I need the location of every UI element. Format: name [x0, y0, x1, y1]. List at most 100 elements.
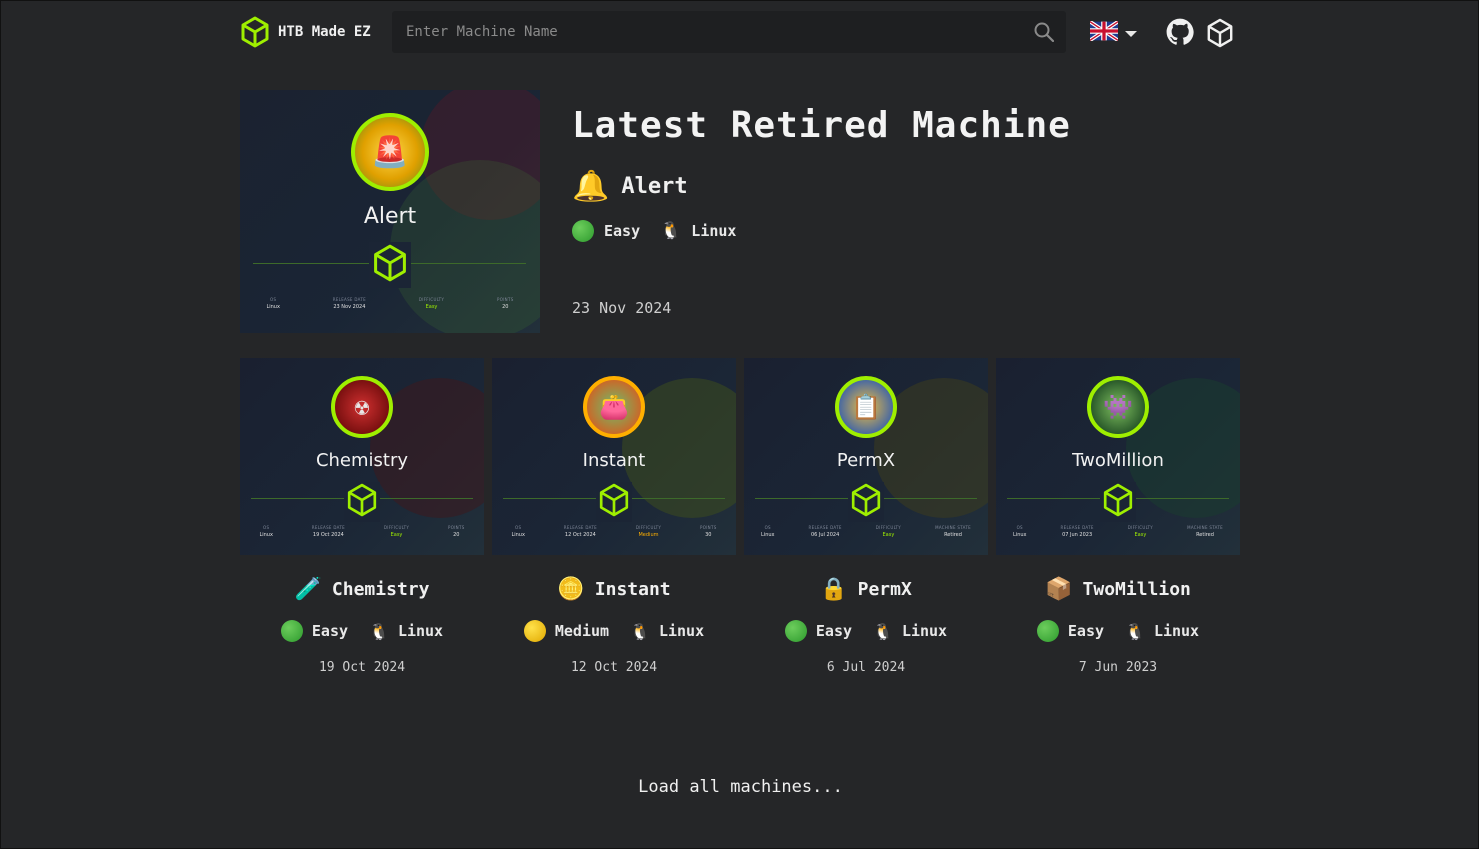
uk-flag-icon [1088, 20, 1120, 45]
stat-difficulty: DIFFICULTY Medium [635, 525, 662, 538]
stat-difficulty: DIFFICULTY Easy [875, 525, 902, 538]
radiation-icon: ☢ [354, 393, 370, 421]
latest-machine-card[interactable]: 🚨 Alert OS Linux RELEASE DATE 23 Nov 2024 … [240, 90, 540, 333]
difficulty-label: Easy [1067, 622, 1105, 640]
brand-name: HTB Made EZ [278, 24, 371, 40]
machine-name-link[interactable]: 🔒 PermX [744, 571, 988, 607]
os-label: Linux [658, 622, 705, 640]
card-stats: OS Linux RELEASE DATE 06 Jul 2024 DIFFICULTY… [744, 525, 988, 538]
card-machine-name: Alert [363, 204, 417, 229]
stat-os: OS Linux [259, 525, 273, 538]
os-label: Linux [397, 622, 444, 640]
stat-release-date: RELEASE DATE 23 Nov 2024 [332, 297, 366, 310]
release-date: 12 Oct 2024 [570, 660, 658, 675]
machine-meta: Medium 🐧 Linux [492, 620, 736, 642]
stat-machine-state: MACHINE STATE Retired [1187, 525, 1223, 538]
brand-link[interactable]: HTB Made EZ [240, 16, 390, 48]
stat-points: POINTS 30 [700, 525, 717, 538]
stat-release-date: RELEASE DATE 06 Jul 2024 [808, 525, 842, 538]
stat-release-date: RELEASE DATE 12 Oct 2024 [563, 525, 597, 538]
machine-card-instant[interactable]: 👛 Instant OS Linux RELEASE DATE 12 Oct 2024… [492, 358, 736, 555]
machine-avatar: ☢ [331, 376, 393, 438]
difficulty-dot-icon [572, 220, 594, 242]
htb-cube-icon [848, 482, 884, 522]
hero-machine-name-row[interactable]: 🔔 Alert [572, 169, 688, 204]
difficulty-dot-icon [523, 620, 546, 642]
difficulty-dot-icon [1036, 620, 1059, 642]
card-machine-name: Chemistry [315, 450, 409, 471]
machine-avatar: 🚨 [351, 113, 429, 191]
difficulty-label: Medium [554, 622, 610, 640]
search-icon[interactable] [1022, 11, 1066, 53]
machine-info-permx: 🔒 PermX Easy 🐧 Linux 6 Jul 2024 [744, 571, 988, 675]
difficulty-label: Easy [815, 622, 853, 640]
card-machine-name: Instant [582, 450, 646, 471]
stat-difficulty: DIFFICULTY Easy [418, 297, 445, 310]
stat-machine-state: MACHINE STATE Retired [935, 525, 971, 538]
stat-points: POINTS 20 [448, 525, 465, 538]
language-selector[interactable] [1088, 20, 1138, 45]
htb-cube-icon [369, 242, 411, 288]
card-machine-name: PermX [836, 450, 896, 471]
linux-penguin-icon: 🐧 [369, 621, 389, 641]
machine-card-permx[interactable]: 📋 PermX OS Linux RELEASE DATE 06 Jul 2024 DI… [744, 358, 988, 555]
stat-release-date: RELEASE DATE 19 Oct 2024 [311, 525, 345, 538]
search-bar [392, 11, 1066, 53]
difficulty-label: Easy [311, 622, 349, 640]
difficulty-dot-icon [280, 620, 303, 642]
top-navbar: HTB Made EZ [240, 9, 1240, 55]
card-stats: OS Linux RELEASE DATE 12 Oct 2024 DIFFICULTY… [492, 525, 736, 538]
machine-name-link[interactable]: 🪙 Instant [492, 571, 736, 607]
machine-avatar: 👛 [583, 376, 645, 438]
siren-icon: 🚨 [371, 134, 409, 170]
machine-name: Instant [594, 578, 671, 600]
search-input[interactable] [392, 11, 1022, 53]
page-title: Latest Retired Machine [572, 105, 1071, 146]
machine-card-twomillion[interactable]: 👾 TwoMillion OS Linux RELEASE DATE 07 Jun 2… [996, 358, 1240, 555]
stat-os: OS Linux [266, 297, 280, 310]
stat-os: OS Linux [1013, 525, 1027, 538]
difficulty-label: Easy [604, 222, 641, 240]
release-date: 7 Jun 2023 [1078, 660, 1158, 675]
machine-info-twomillion: 📦 TwoMillion Easy 🐧 Linux 7 Jun 2023 [996, 571, 1240, 675]
machine-meta: Easy 🐧 Linux [240, 620, 484, 642]
linux-penguin-icon: 🐧 [630, 621, 650, 641]
machine-icon: 🪙 [557, 576, 585, 602]
machine-card-chemistry[interactable]: ☢ Chemistry OS Linux RELEASE DATE 19 Oct 20… [240, 358, 484, 555]
machine-meta: Easy 🐧 Linux [744, 620, 988, 642]
machine-name-link[interactable]: 🧪 Chemistry [240, 571, 484, 607]
htb-cube-icon [596, 482, 632, 522]
clipboard-icon: 📋 [851, 393, 881, 421]
stat-difficulty: DIFFICULTY Easy [383, 525, 410, 538]
stat-os: OS Linux [511, 525, 525, 538]
machine-info-chemistry: 🧪 Chemistry Easy 🐧 Linux 19 Oct 2024 [240, 571, 484, 675]
stat-points: POINTS 20 [497, 297, 514, 310]
machine-avatar: 👾 [1087, 376, 1149, 438]
stat-difficulty: DIFFICULTY Easy [1127, 525, 1154, 538]
release-date: 6 Jul 2024 [826, 660, 906, 675]
os-label: Linux [901, 622, 948, 640]
htb-cube-icon [344, 482, 380, 522]
htb-cube-icon [1100, 482, 1136, 522]
htb-cube-logo-icon [240, 16, 270, 48]
github-icon[interactable] [1166, 18, 1194, 50]
wallet-icon: 👛 [599, 393, 629, 421]
machine-icon: 🧪 [294, 576, 322, 602]
difficulty-dot-icon [784, 620, 807, 642]
hero-machine-name: Alert [621, 174, 688, 199]
htb-cube-icon[interactable] [1206, 18, 1234, 52]
card-machine-name: TwoMillion [1072, 450, 1164, 471]
load-all-machines-link[interactable]: Load all machines... [1, 777, 1479, 797]
machine-name: TwoMillion [1082, 578, 1191, 600]
machine-icon: 📦 [1045, 576, 1073, 602]
stat-release-date: RELEASE DATE 07 Jun 2023 [1060, 525, 1094, 538]
machine-meta: Easy 🐧 Linux [996, 620, 1240, 642]
machine-name-link[interactable]: 📦 TwoMillion [996, 571, 1240, 607]
linux-penguin-icon: 🐧 [873, 621, 893, 641]
bell-icon: 🔔 [572, 169, 610, 204]
linux-penguin-icon: 🐧 [1125, 621, 1145, 641]
os-label: Linux [1153, 622, 1200, 640]
card-stats: OS Linux RELEASE DATE 07 Jun 2023 DIFFICULTY… [996, 525, 1240, 538]
machine-name: Chemistry [331, 578, 430, 600]
machine-name: PermX [857, 578, 912, 600]
